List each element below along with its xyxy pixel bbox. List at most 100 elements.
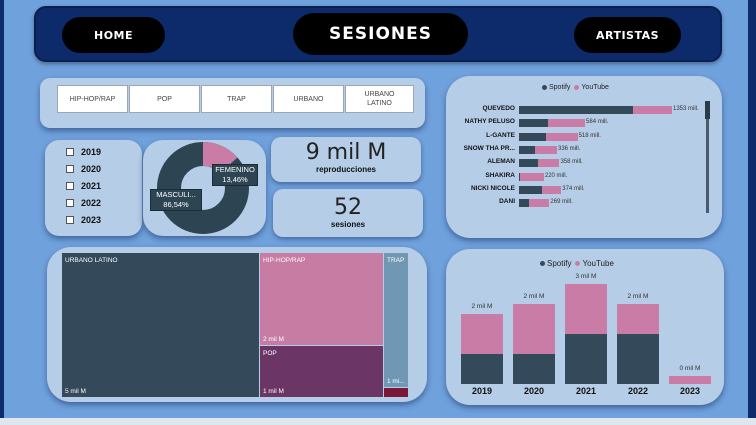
year-option-2020[interactable]: 2020 — [66, 164, 101, 174]
checkbox-icon[interactable] — [66, 182, 74, 190]
treemap-tile-hiphop[interactable]: HIP-HOP/RAP 2 mil M — [260, 253, 383, 345]
column-total-label: 2 mil M — [627, 292, 649, 300]
bar-youtube[interactable] — [538, 159, 560, 168]
column-spotify[interactable] — [617, 333, 659, 384]
year-option-2019[interactable]: 2019 — [66, 147, 101, 157]
bottom-strip — [0, 418, 756, 425]
checkbox-icon[interactable] — [66, 148, 74, 156]
bar-category-label: NATHY PELUSO — [464, 118, 515, 126]
year-label: 2022 — [81, 198, 102, 208]
scrollbar-thumb[interactable] — [705, 101, 710, 119]
bar-category-label: SHAKIRA — [485, 171, 515, 179]
year-label: 2020 — [81, 164, 102, 174]
youtube-legend-icon — [574, 85, 580, 90]
bar-spotify[interactable] — [519, 185, 542, 194]
bar-youtube[interactable] — [541, 185, 562, 194]
tile-name: TRAP — [387, 257, 405, 264]
column-youtube[interactable] — [565, 283, 607, 334]
genre-filter-trap[interactable]: TRAP — [201, 85, 272, 113]
bar-total-label: 374 mill. — [562, 185, 585, 192]
legend-youtube: YouTube — [581, 84, 609, 91]
tile-value: 1 mil M — [263, 388, 284, 395]
page-title: SESIONES — [293, 13, 468, 55]
spotify-legend-icon — [542, 85, 547, 90]
frame-edge-right — [748, 0, 756, 425]
bar-total-label: 336 mill. — [557, 145, 581, 152]
bar-spotify[interactable] — [519, 159, 539, 168]
genre-filter-hiphop[interactable]: HIP-HOP/RAP — [57, 85, 128, 113]
column-year-label: 2021 — [575, 386, 597, 396]
donut-label-feminine: FEMENINO 13,46% — [212, 164, 258, 186]
bar-spotify[interactable] — [519, 106, 634, 114]
tile-value: 5 mil M — [65, 388, 86, 395]
top-artists-legend: Spotify YouTube — [542, 84, 609, 91]
kpi-reproductions-card: 9 mil M reproducciones — [271, 137, 421, 182]
genre-filter-urbano-latino[interactable]: URBANO LATINO — [345, 85, 414, 113]
kpi-sessions-label: sesiones — [330, 220, 366, 229]
bar-spotify[interactable] — [519, 132, 547, 141]
year-label: 2021 — [81, 181, 102, 191]
year-option-2023[interactable]: 2023 — [66, 215, 101, 225]
bar-youtube[interactable] — [534, 145, 557, 154]
bar-youtube[interactable] — [633, 106, 672, 114]
bar-total-label: 220 mill. — [544, 172, 568, 179]
column-youtube[interactable] — [669, 375, 711, 384]
bar-category-label: NICKI NICOLE — [470, 184, 515, 192]
tile-name: URBANO LATINO — [65, 257, 118, 264]
gender-donut-chart[interactable] — [143, 140, 266, 236]
year-option-2021[interactable]: 2021 — [66, 181, 101, 191]
column-youtube[interactable] — [617, 303, 659, 334]
bar-total-label: 1353 mill. — [673, 106, 699, 112]
year-label: 2023 — [81, 215, 102, 225]
masculine-pct: 86,54% — [163, 200, 189, 209]
bar-total-label: 518 mill. — [578, 132, 601, 139]
bar-youtube[interactable] — [520, 172, 544, 181]
kpi-sessions-card: 52 sesiones — [273, 189, 423, 237]
checkbox-icon[interactable] — [66, 199, 74, 207]
column-spotify[interactable] — [565, 333, 607, 384]
column-spotify[interactable] — [513, 353, 555, 384]
column-year-label: 2019 — [471, 386, 493, 396]
bar-total-label: 269 mill. — [550, 199, 573, 206]
yearly-legend: Spotify YouTube — [540, 259, 614, 268]
bar-youtube[interactable] — [546, 132, 578, 141]
column-spotify[interactable] — [461, 353, 503, 384]
feminine-pct: 13,46% — [222, 175, 248, 184]
genre-filter-pop[interactable]: POP — [129, 85, 200, 113]
treemap-tile-other[interactable] — [384, 388, 408, 397]
bar-category-label: SNOW THA PR... — [463, 144, 515, 152]
legend-spotify: Spotify — [549, 84, 571, 91]
donut-label-masculine: MASCULI... 86,54% — [150, 189, 202, 211]
legend-spotify: Spotify — [547, 259, 572, 268]
treemap-tile-urbano-latino[interactable]: URBANO LATINO 5 mil M — [62, 253, 259, 397]
tile-name: POP — [263, 350, 277, 357]
artists-button[interactable]: ARTISTAS — [574, 17, 681, 53]
column-youtube[interactable] — [513, 303, 555, 354]
home-button[interactable]: HOME — [62, 17, 165, 53]
youtube-legend-icon — [575, 261, 581, 266]
genre-filter-urbano[interactable]: URBANO — [273, 85, 344, 113]
bar-spotify[interactable] — [519, 199, 530, 208]
bar-youtube[interactable] — [529, 199, 550, 208]
column-total-label: 0 mil M — [679, 364, 701, 372]
tile-value: 1 mi... — [387, 378, 405, 385]
bar-spotify[interactable] — [519, 119, 549, 128]
masculine-label: MASCULI... — [156, 190, 196, 199]
checkbox-icon[interactable] — [66, 216, 74, 224]
feminine-label: FEMENINO — [215, 165, 255, 174]
column-youtube[interactable] — [461, 313, 503, 354]
bar-category-label: ALEMAN — [487, 158, 515, 166]
bar-youtube[interactable] — [548, 119, 586, 128]
column-year-label: 2022 — [627, 386, 649, 396]
year-option-2022[interactable]: 2022 — [66, 198, 101, 208]
column-total-label: 3 mil M — [575, 272, 597, 280]
checkbox-icon[interactable] — [66, 165, 74, 173]
tile-value: 2 mil M — [263, 336, 284, 343]
bar-category-label: QUEVEDO — [482, 105, 515, 112]
treemap-tile-trap[interactable]: TRAP 1 mi... — [384, 253, 408, 387]
column-year-label: 2020 — [523, 386, 545, 396]
treemap-tile-pop[interactable]: POP 1 mil M — [260, 346, 383, 397]
bar-spotify[interactable] — [519, 145, 535, 154]
frame-edge-left — [0, 0, 4, 425]
spotify-legend-icon — [540, 261, 545, 266]
